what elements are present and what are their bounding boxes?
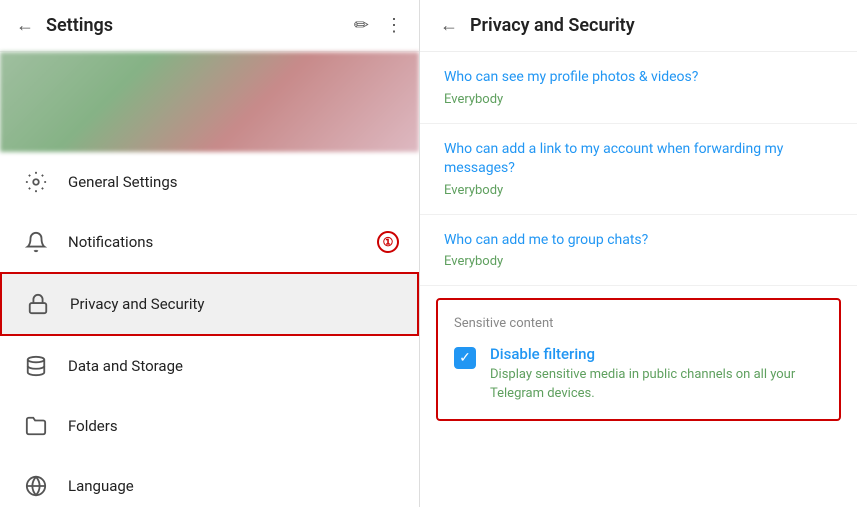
- privacy-value-1: Everybody: [444, 92, 833, 107]
- checkbox-checked-icon[interactable]: ✓: [454, 347, 476, 369]
- privacy-label: Privacy and Security: [70, 295, 397, 313]
- language-label: Language: [68, 477, 399, 495]
- notifications-icon: [20, 226, 52, 258]
- folders-label: Folders: [68, 417, 399, 435]
- privacy-value-3: Everybody: [444, 254, 833, 269]
- privacy-value-2: Everybody: [444, 183, 833, 198]
- header-actions: ✏ ⋮: [354, 15, 403, 36]
- privacy-question-3: Who can add me to group chats?: [444, 231, 833, 251]
- data-label: Data and Storage: [68, 357, 399, 375]
- menu-list: General Settings Notifications ① Privacy…: [0, 152, 419, 507]
- privacy-item-photos[interactable]: Who can see my profile photos & videos? …: [420, 52, 857, 124]
- folders-icon: [20, 410, 52, 442]
- privacy-item-groups[interactable]: Who can add me to group chats? Everybody: [420, 215, 857, 287]
- back-button[interactable]: ←: [16, 15, 34, 36]
- left-header: ← Settings ✏ ⋮: [0, 0, 419, 52]
- sensitive-content-section: Sensitive content ✓ Disable filtering Di…: [436, 298, 841, 420]
- sensitive-text: Disable filtering Display sensitive medi…: [490, 345, 823, 402]
- settings-title: Settings: [46, 15, 354, 36]
- sensitive-title: Sensitive content: [454, 316, 823, 331]
- general-icon: [20, 166, 52, 198]
- sidebar-item-notifications[interactable]: Notifications ①: [0, 212, 419, 272]
- sidebar-item-data[interactable]: Data and Storage: [0, 336, 419, 396]
- notifications-badge: ①: [377, 231, 399, 253]
- right-content: Who can see my profile photos & videos? …: [420, 52, 857, 507]
- edit-icon[interactable]: ✏: [354, 15, 369, 36]
- disable-filtering-desc: Display sensitive media in public channe…: [490, 366, 823, 402]
- disable-filtering-label: Disable filtering: [490, 345, 823, 363]
- data-icon: [20, 350, 52, 382]
- notifications-label: Notifications: [68, 233, 377, 251]
- left-panel: ← Settings ✏ ⋮ General Settings: [0, 0, 420, 507]
- privacy-question-1: Who can see my profile photos & videos?: [444, 68, 833, 88]
- sidebar-item-language[interactable]: Language: [0, 456, 419, 507]
- privacy-question-2: Who can add a link to my account when fo…: [444, 140, 833, 179]
- profile-banner: [0, 52, 419, 152]
- sensitive-row: ✓ Disable filtering Display sensitive me…: [454, 345, 823, 402]
- general-label: General Settings: [68, 173, 399, 191]
- privacy-item-link[interactable]: Who can add a link to my account when fo…: [420, 124, 857, 215]
- language-icon: [20, 470, 52, 502]
- sidebar-item-folders[interactable]: Folders: [0, 396, 419, 456]
- right-panel: ← Privacy and Security Who can see my pr…: [420, 0, 857, 507]
- right-title: Privacy and Security: [470, 15, 635, 36]
- sidebar-item-privacy[interactable]: Privacy and Security: [0, 272, 419, 336]
- sidebar-item-general[interactable]: General Settings: [0, 152, 419, 212]
- right-back-button[interactable]: ←: [440, 15, 458, 36]
- privacy-icon: [22, 288, 54, 320]
- right-header: ← Privacy and Security: [420, 0, 857, 52]
- disable-filtering-checkbox[interactable]: ✓: [454, 347, 476, 369]
- more-icon[interactable]: ⋮: [385, 15, 403, 36]
